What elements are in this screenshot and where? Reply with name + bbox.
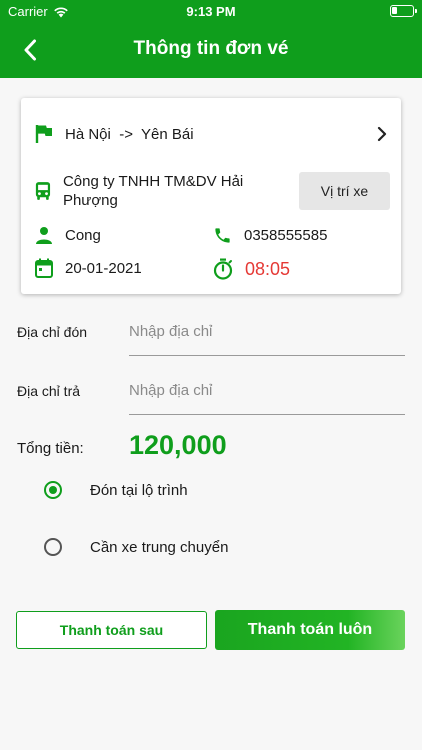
phone-number: 0358555585 xyxy=(244,227,328,244)
radio-selected-icon[interactable] xyxy=(44,481,62,499)
option-shuttle[interactable]: Cần xe trung chuyển xyxy=(44,536,344,558)
company-row: Công ty TNHH TM&DV Hải Phượng xyxy=(35,172,275,210)
phone-info: 0358555585 xyxy=(213,226,327,245)
calendar-icon xyxy=(35,258,53,278)
dropoff-address-input[interactable] xyxy=(129,375,405,405)
option-route-pickup[interactable]: Đón tại lộ trình xyxy=(44,479,344,501)
route-text: Hà Nội -> Yên Bái xyxy=(65,126,194,143)
pickup-address-input[interactable] xyxy=(129,316,405,346)
ticket-card: Hà Nội -> Yên Bái Công ty TNHH TM&DV Hải… xyxy=(21,98,401,294)
pay-now-button[interactable]: Thanh toán luôn xyxy=(215,610,405,650)
passenger-name: Cong xyxy=(65,226,101,244)
route-row[interactable]: Hà Nội -> Yên Bái xyxy=(35,122,387,146)
passenger-info: Cong xyxy=(35,226,101,244)
pickup-underline xyxy=(129,355,405,356)
pay-later-button[interactable]: Thanh toán sau xyxy=(16,611,207,649)
travel-date: 20-01-2021 xyxy=(65,259,142,277)
vehicle-location-button[interactable]: Vị trí xe xyxy=(299,172,390,210)
time-info: 08:05 xyxy=(213,258,290,280)
navigation-bar: Thông tin đơn vé xyxy=(0,22,422,78)
bus-icon xyxy=(35,182,51,200)
total-label: Tổng tiền: xyxy=(17,440,84,457)
company-name: Công ty TNHH TM&DV Hải Phượng xyxy=(62,173,244,209)
dropoff-address-field: Địa chỉ trả xyxy=(17,375,405,419)
status-bar: Carrier 9:13 PM xyxy=(0,0,422,22)
clock: 9:13 PM xyxy=(186,4,236,19)
option-shuttle-label: Cần xe trung chuyển xyxy=(90,538,229,556)
destination-text: Yên Bái xyxy=(141,125,194,143)
origin-text: Hà Nội xyxy=(65,125,111,143)
option-route-pickup-label: Đón tại lộ trình xyxy=(90,481,188,499)
departure-time: 08:05 xyxy=(245,258,291,279)
route-arrow: -> xyxy=(119,125,133,143)
battery-icon xyxy=(390,5,417,17)
total-section: Tổng tiền: 120,000 xyxy=(17,430,405,462)
pickup-address-label: Địa chỉ đón xyxy=(17,324,88,340)
person-icon xyxy=(36,227,52,244)
chevron-right-icon xyxy=(377,126,387,142)
radio-unselected-icon[interactable] xyxy=(44,538,62,556)
flag-icon xyxy=(35,125,52,143)
dropoff-address-label: Địa chỉ trả xyxy=(17,383,81,399)
timer-icon xyxy=(213,258,233,280)
total-amount: 120,000 xyxy=(129,430,227,460)
pickup-address-field: Địa chỉ đón xyxy=(17,316,405,360)
date-info: 20-01-2021 xyxy=(35,258,142,278)
page-title: Thông tin đơn vé xyxy=(133,38,289,59)
phone-icon xyxy=(215,228,230,243)
dropoff-underline xyxy=(129,414,405,415)
